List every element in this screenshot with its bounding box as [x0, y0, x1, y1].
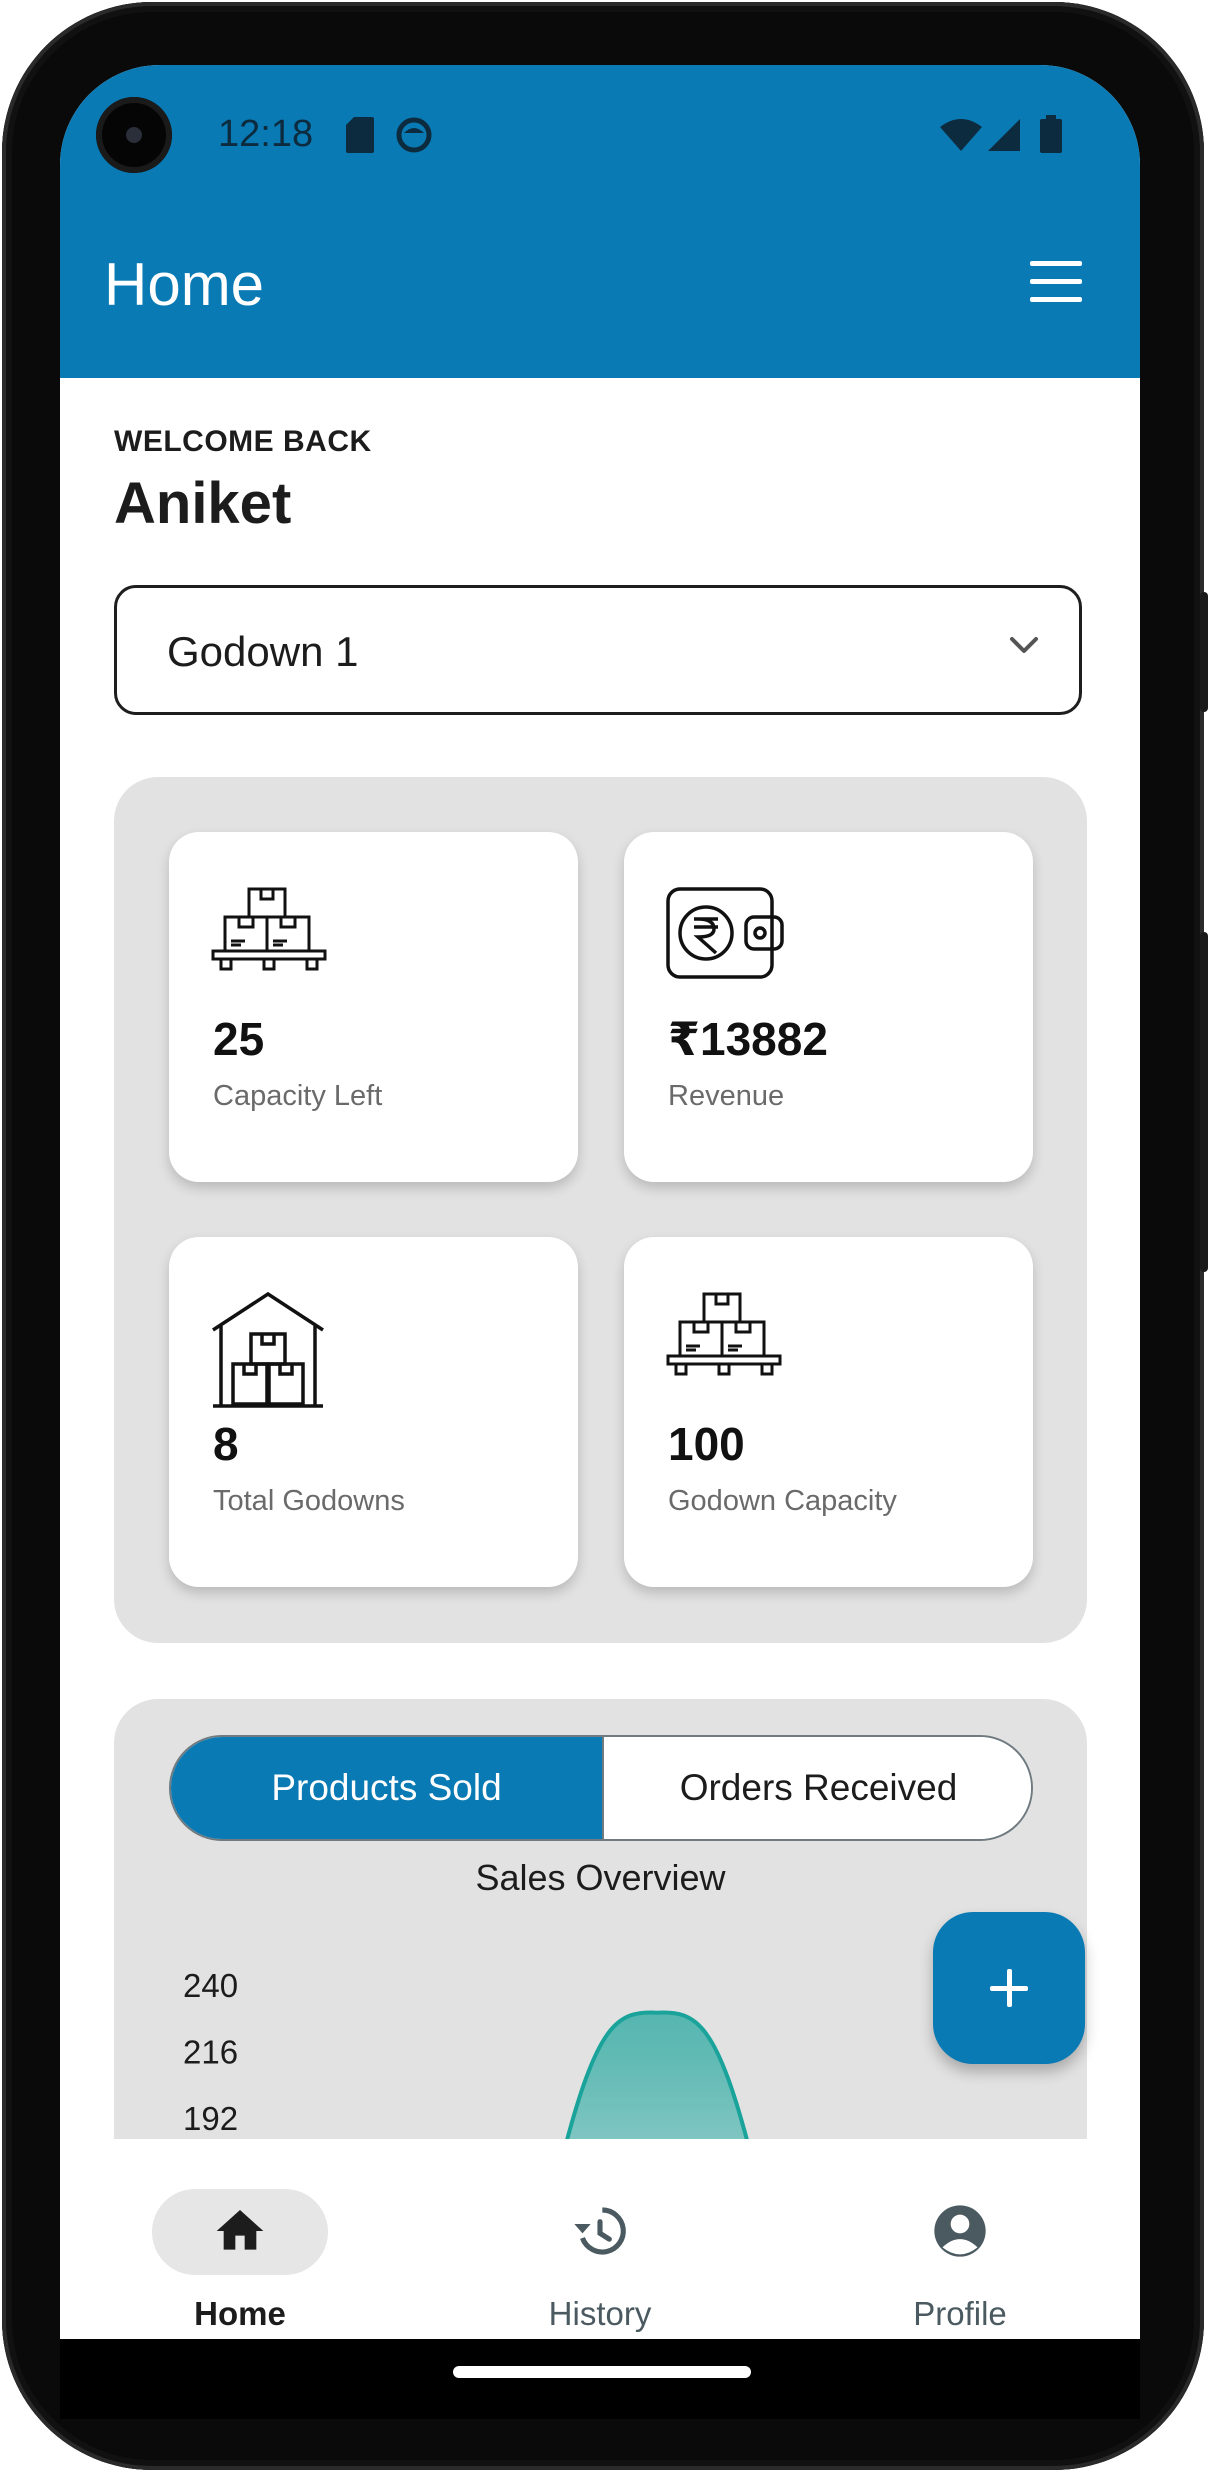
- welcome-label: WELCOME BACK: [114, 425, 372, 458]
- stat-card-capacity-left[interactable]: 25 Capacity Left: [169, 832, 578, 1182]
- stats-panel: 25 Capacity Left ₹13882 Revenue 8 Total …: [114, 777, 1087, 1643]
- cell-signal-icon: [988, 119, 1020, 151]
- status-time: 12:18: [218, 113, 314, 155]
- page-title: Home: [104, 251, 265, 318]
- sales-chart-panel: Products Sold Orders Received Sales Over…: [114, 1699, 1087, 2139]
- stat-value: 25: [213, 1013, 265, 1065]
- boxes-pallet-icon: [211, 887, 327, 971]
- account-circle-icon: [934, 2205, 986, 2257]
- hamburger-menu-icon[interactable]: [1030, 261, 1086, 305]
- nav-item-home[interactable]: Home: [90, 2149, 390, 2339]
- stat-value: ₹13882: [668, 1013, 828, 1065]
- godown-dropdown[interactable]: Godown 1: [114, 585, 1082, 715]
- stat-label: Revenue: [668, 1080, 785, 1112]
- volume-button: [1200, 932, 1208, 1272]
- nav-label-profile: Profile: [913, 2295, 1007, 2332]
- nav-item-history[interactable]: History: [450, 2149, 750, 2339]
- stat-card-total-godowns[interactable]: 8 Total Godowns: [169, 1237, 578, 1587]
- stat-value: 100: [668, 1418, 745, 1470]
- plus-icon-vertical: [1007, 1969, 1012, 2007]
- stat-card-revenue[interactable]: ₹13882 Revenue: [624, 832, 1033, 1182]
- y-tick-label: 216: [183, 2034, 238, 2071]
- nav-label-history: History: [548, 2295, 652, 2332]
- stat-label: Capacity Left: [213, 1080, 383, 1112]
- stat-label: Total Godowns: [213, 1485, 405, 1517]
- y-tick-label: 192: [183, 2100, 238, 2137]
- wifi-icon: [940, 119, 982, 151]
- nav-item-profile[interactable]: Profile: [810, 2149, 1110, 2339]
- front-camera: [96, 97, 172, 173]
- app-notification-icon: [396, 117, 432, 153]
- sales-area-fill: [567, 2012, 747, 2139]
- user-name: Aniket: [114, 471, 292, 536]
- boxes-pallet-icon: [666, 1292, 782, 1376]
- nav-label-home: Home: [194, 2295, 286, 2332]
- warehouse-icon: [212, 1292, 324, 1408]
- history-icon: [574, 2207, 626, 2255]
- sd-card-icon: [346, 117, 374, 153]
- home-icon: [216, 2210, 264, 2250]
- battery-icon: [1040, 115, 1062, 153]
- stat-value: 8: [213, 1418, 239, 1470]
- sales-area-chart: 240216192168144: [183, 1967, 749, 2139]
- dropdown-selected-value: Godown 1: [167, 628, 359, 675]
- rupee-wallet-icon: [666, 887, 784, 979]
- add-fab-button[interactable]: [933, 1912, 1085, 2064]
- stat-card-godown-capacity[interactable]: 100 Godown Capacity: [624, 1237, 1033, 1587]
- y-tick-label: 240: [183, 1967, 238, 2004]
- app-bar: 12:18 Home: [60, 65, 1140, 378]
- bottom-navigation: Home History Profile: [60, 2149, 1140, 2339]
- app-screen: 12:18 Home WELCOME BACK Aniket Godown 1: [60, 65, 1140, 2339]
- chevron-down-icon: [1010, 637, 1038, 653]
- power-button: [1200, 592, 1208, 712]
- home-indicator[interactable]: [453, 2366, 751, 2378]
- stat-label: Godown Capacity: [668, 1485, 897, 1517]
- bottom-bezel: [60, 2339, 1140, 2419]
